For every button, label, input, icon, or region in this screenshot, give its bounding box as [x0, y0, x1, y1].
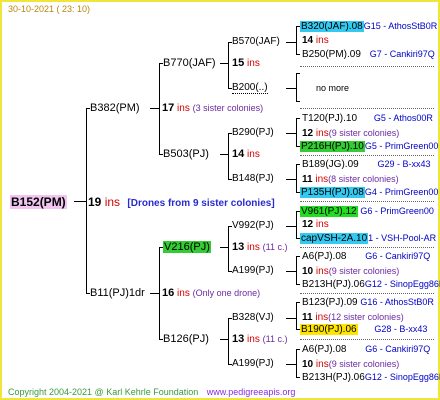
gen5-g1-mid: 14 ins	[302, 35, 329, 46]
gen5-g8-top[interactable]: A6(PJ).08 G6 - Cankiri97Q	[302, 343, 430, 356]
gen4-name-3[interactable]: B148(PJ)	[232, 173, 274, 185]
gen4-name-0[interactable]: B570(JAF)	[232, 36, 280, 48]
gen5-g5-bot[interactable]: capVSH-2A.101 - VSH-Pool-AR	[300, 232, 436, 245]
gen3-name-2[interactable]: V216(PJ)	[163, 241, 211, 253]
gen5-g6-bot[interactable]: B213H(PJ).06G12 - SinopEgg86R	[302, 278, 440, 291]
gen5-g7-bot[interactable]: B190(PJ).06 G28 - B-xx43	[300, 323, 427, 336]
gen5-g4-top[interactable]: B189(JG).09 G29 - B-xx43	[302, 158, 431, 171]
gen5-g3-bot[interactable]: P216H(PJ).10G5 - PrimGreen00	[300, 140, 438, 153]
root-name[interactable]: B152(PM)	[10, 195, 67, 209]
gen4-name-1[interactable]: B200(..)	[232, 82, 268, 94]
gen4-name-4[interactable]: V992(PJ)	[232, 220, 274, 232]
gen2-name-0[interactable]: B382(PM)	[90, 102, 140, 114]
gen5-g8-bot[interactable]: B213H(PJ).06G12 - SinopEgg86R	[302, 371, 440, 384]
gen5-g8-mid: 10 ins(9 sister colonies)	[302, 359, 400, 370]
gen4-name-7[interactable]: A199(PJ)	[232, 358, 274, 370]
gen5-g3-mid: 12 ins(9 sister colonies)	[302, 128, 400, 139]
gen5-g4-mid: 11 ins(8 sister colonies)	[302, 174, 399, 185]
gen2-ins-1: 16 ins (Only one drone)	[162, 287, 261, 299]
gen5-g5-top[interactable]: V961(PJ).12 G6 - PrimGreen00	[300, 205, 434, 218]
footer-site-link[interactable]: www.pedigreeapis.org	[207, 387, 296, 397]
gen2-name-1[interactable]: B11(PJ)1dr	[90, 287, 145, 299]
gen3-name-1[interactable]: B503(PJ)	[163, 148, 209, 160]
gen4-name-5[interactable]: A199(PJ)	[232, 265, 274, 277]
root-ins: 19 ins [Drones from 9 sister colonies]	[88, 195, 275, 209]
header-date: 30-10-2021 ( 23: 10)	[8, 4, 91, 14]
gen5-g4-bot[interactable]: P135H(PJ).08G4 - PrimGreen00	[300, 186, 438, 199]
gen2-ins-0: 17 ins (3 sister colonies)	[162, 102, 264, 114]
footer-copyright: Copyright 2004-2021 @ Karl Kehrle Founda…	[8, 387, 199, 397]
root-note: [Drones from 9 sister colonies]	[127, 198, 275, 209]
footer: Copyright 2004-2021 @ Karl Kehrle Founda…	[8, 386, 295, 398]
gen3-ins-0: 15 ins	[232, 57, 260, 69]
gen3-name-3[interactable]: B126(PJ)	[163, 333, 209, 345]
gen4-name-2[interactable]: B290(PJ)	[232, 127, 274, 139]
gen5-g3-top[interactable]: T120(PJ).10 G5 - Athos00R	[302, 112, 433, 125]
gen3-ins-3: 13 ins (11 c.)	[232, 333, 288, 345]
pedigree-chart: 30-10-2021 ( 23: 10) B152(PM) 19 ins [Dr…	[0, 0, 440, 400]
gen5-g7-top[interactable]: B123(PJ).09 G16 - AthosStB0R	[302, 296, 434, 309]
gen5-g1-top[interactable]: B320(JAF).08G15 - AthosStB0R	[300, 20, 437, 33]
gen5-g6-mid: 10 ins(9 sister colonies)	[302, 266, 400, 277]
gen3-ins-2: 13 ins (11 c.)	[232, 241, 288, 253]
gen5-g6-top[interactable]: A6(PJ).08 G6 - Cankiri97Q	[302, 250, 430, 263]
gen3-ins-1: 14 ins	[232, 148, 260, 160]
gen5-g5-mid: 12 ins	[302, 219, 329, 230]
gen3-name-0[interactable]: B770(JAF)	[163, 57, 216, 69]
gen5-g1-bot[interactable]: B250(PM).09 G7 - Cankiri97Q	[302, 48, 435, 61]
gen4-name-6[interactable]: B328(VJ)	[232, 312, 274, 324]
gen5-g2-nomore: no more	[316, 83, 350, 93]
